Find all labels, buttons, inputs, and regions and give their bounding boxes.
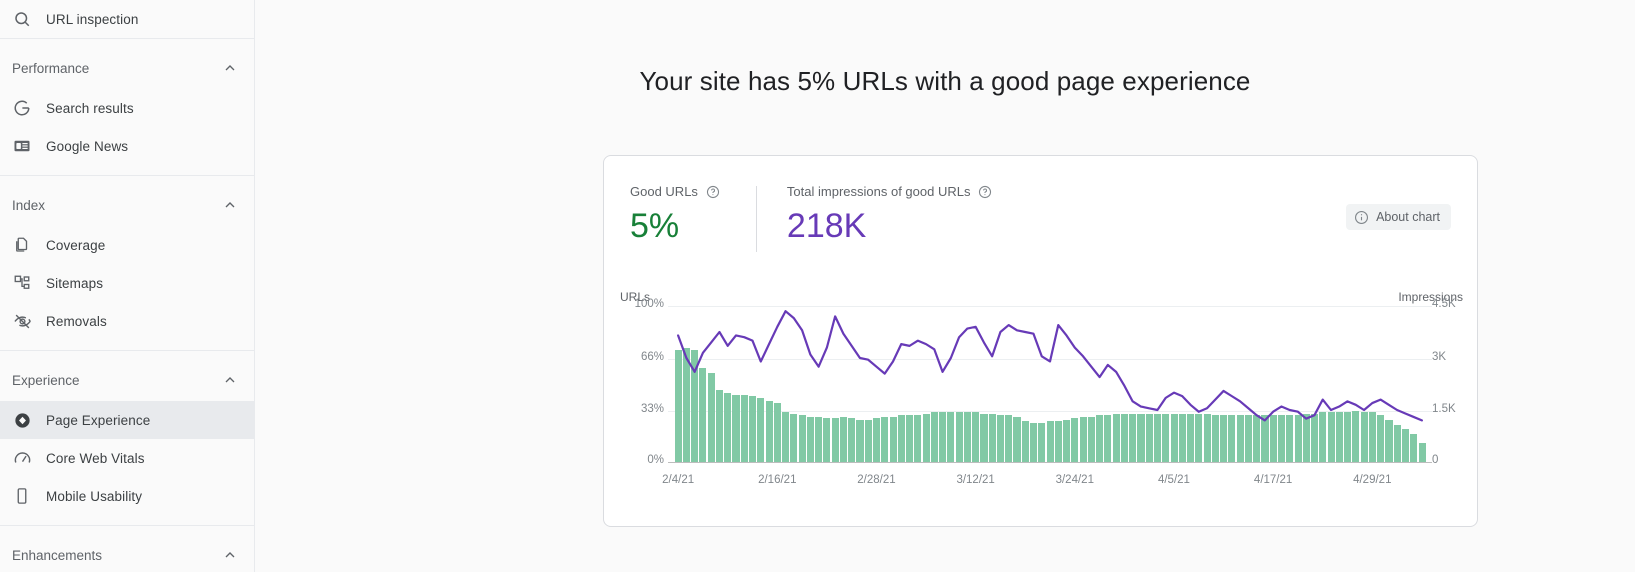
- sidebar-item-label: Removals: [46, 313, 107, 329]
- x-axis-labels: 2/4/21 2/16/21 2/28/21 3/12/21 3/24/21 4/5/21…: [662, 474, 1426, 494]
- y-tick-left: 66%: [640, 351, 664, 364]
- metric-label: Total impressions of good URLs: [787, 184, 993, 199]
- sidebar-item-label: Coverage: [46, 237, 106, 253]
- x-tick-label: 2/4/21: [662, 474, 695, 486]
- info-circle-icon: [1354, 210, 1369, 225]
- sidebar-section-performance[interactable]: Performance: [0, 47, 254, 89]
- sidebar-item-label: Sitemaps: [46, 275, 104, 291]
- metric-value: 218K: [786, 207, 867, 245]
- card-header: Good URLs 5% Total impressions of good U…: [604, 156, 1477, 268]
- x-tick-label: 2/16/21: [758, 474, 797, 486]
- chevron-up-icon[interactable]: [222, 547, 238, 563]
- y-tick-left: 0%: [647, 454, 664, 466]
- metric-good-urls: Good URLs 5%: [604, 184, 756, 247]
- x-tick-label: 2/28/21: [857, 474, 896, 486]
- sidebar-section-label: Performance: [12, 60, 90, 76]
- y-tick-right: 3K: [1432, 351, 1447, 364]
- pages-icon: [11, 234, 33, 256]
- help-circle-icon[interactable]: [978, 185, 992, 199]
- sidebar-item-label: Core Web Vitals: [46, 450, 145, 466]
- sidebar-item-url-inspection[interactable]: URL inspection: [0, 0, 254, 38]
- sidebar-section-index[interactable]: Index: [0, 184, 254, 226]
- page-experience-chart: URLs Impressions 0% 33% 66% 100% 0 1.5K 3K 4.5…: [604, 282, 1479, 512]
- sidebar-item-label: Mobile Usability: [46, 488, 143, 504]
- sitemap-icon: [11, 272, 33, 294]
- x-tick-label: 4/5/21: [1157, 474, 1190, 486]
- gridline: [668, 462, 1432, 463]
- y-tick-left: 33%: [640, 402, 664, 415]
- line-series: [674, 306, 1426, 462]
- metric-label-text: Good URLs: [630, 184, 698, 199]
- search-icon: [11, 8, 33, 30]
- sidebar-item-label: Page Experience: [46, 412, 151, 428]
- sidebar-item-label: Google News: [46, 138, 129, 154]
- sidebar-section-experience[interactable]: Experience: [0, 359, 254, 401]
- chevron-up-icon[interactable]: [222, 197, 238, 213]
- speedometer-icon: [11, 447, 33, 469]
- y-tick-right: 0: [1432, 454, 1439, 466]
- metric-total-impressions-good-urls: Total impressions of good URLs 218K: [757, 184, 1023, 247]
- news-card-icon: [11, 135, 33, 157]
- chevron-up-icon[interactable]: [222, 372, 238, 388]
- sidebar-item-page-experience[interactable]: Page Experience: [0, 401, 254, 439]
- about-chart-button[interactable]: About chart: [1346, 204, 1451, 230]
- sidebar-item-search-results[interactable]: Search results: [0, 89, 254, 127]
- x-tick-label: 4/17/21: [1253, 474, 1293, 486]
- page-root: URL inspection Performance Search result…: [0, 0, 1635, 572]
- sidebar-item-coverage[interactable]: Coverage: [0, 226, 254, 264]
- chevron-up-icon[interactable]: [222, 60, 238, 76]
- page-experience-card: Good URLs 5% Total impressions of good U…: [603, 155, 1478, 527]
- x-tick-label: 3/12/21: [956, 474, 995, 486]
- metric-label: Good URLs: [630, 184, 720, 199]
- sidebar: URL inspection Performance Search result…: [0, 0, 255, 572]
- about-chart-label: About chart: [1376, 210, 1440, 224]
- sidebar-section-label: Experience: [12, 372, 80, 388]
- sidebar-section-enhancements[interactable]: Enhancements: [0, 534, 254, 572]
- mobile-phone-icon: [11, 485, 33, 507]
- eye-off-icon: [11, 310, 33, 332]
- metric-label-text: Total impressions of good URLs: [786, 184, 971, 199]
- sidebar-item-removals[interactable]: Removals: [0, 302, 254, 340]
- help-circle-icon[interactable]: [706, 185, 720, 199]
- sidebar-item-label: Search results: [46, 100, 134, 116]
- x-tick-label: 4/29/21: [1353, 474, 1392, 486]
- y-tick-right: 4.5K: [1432, 298, 1456, 310]
- sidebar-item-core-web-vitals[interactable]: Core Web Vitals: [0, 439, 254, 477]
- diamond-badge-icon: [11, 409, 33, 431]
- x-tick-label: 3/24/21: [1055, 474, 1094, 486]
- sidebar-item-sitemaps[interactable]: Sitemaps: [0, 264, 254, 302]
- metric-value: 5%: [630, 207, 680, 245]
- sidebar-item-mobile-usability[interactable]: Mobile Usability: [0, 477, 254, 515]
- y-tick-right: 1.5K: [1432, 402, 1456, 415]
- sidebar-section-label: Index: [12, 197, 46, 213]
- main-content: Your site has 5% URLs with a good page e…: [255, 0, 1635, 572]
- sidebar-section-label: Enhancements: [12, 547, 103, 563]
- sidebar-item-google-news[interactable]: Google News: [0, 127, 254, 165]
- y-tick-left: 100%: [634, 298, 664, 310]
- sidebar-item-label: URL inspection: [46, 11, 139, 27]
- page-title: Your site has 5% URLs with a good page e…: [639, 66, 1251, 96]
- plot-area: [668, 306, 1432, 463]
- google-g-icon: [11, 97, 33, 119]
